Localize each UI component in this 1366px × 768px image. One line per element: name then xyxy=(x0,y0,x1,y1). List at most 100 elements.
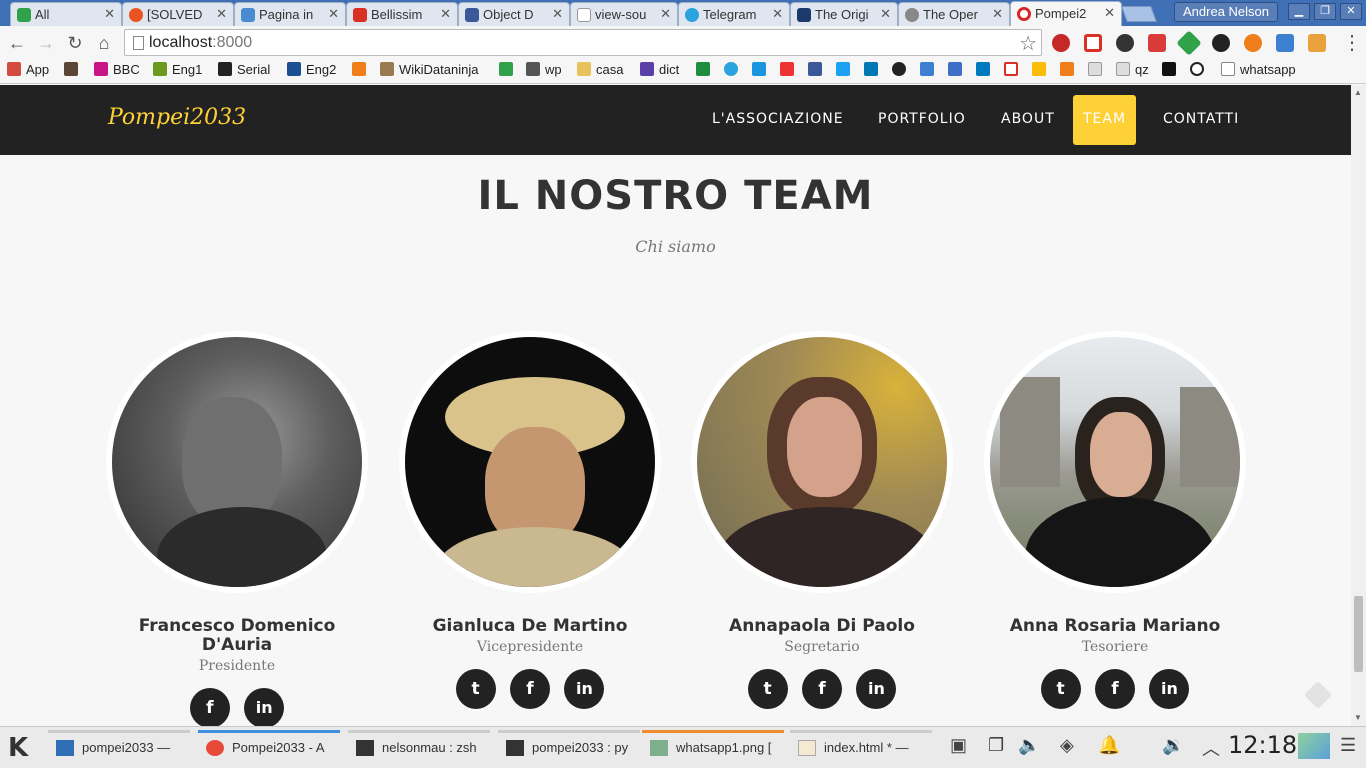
close-icon[interactable]: ✕ xyxy=(440,6,451,22)
bookmark-item[interactable] xyxy=(1004,62,1023,77)
bookmark-dict[interactable]: dict xyxy=(640,62,679,77)
nav-link-portfolio[interactable]: PORTFOLIO xyxy=(878,85,966,145)
browser-tab[interactable]: All ✕ xyxy=(10,2,122,26)
extension-gmail-icon[interactable] xyxy=(1084,34,1102,52)
taskbar-task[interactable]: whatsapp1.png [ xyxy=(642,730,784,766)
bookmark-eng2[interactable]: Eng2 xyxy=(287,62,336,77)
page-scrollbar[interactable]: ▲ ▼ xyxy=(1351,85,1366,726)
site-brand[interactable]: Pompei2033 xyxy=(108,105,246,130)
address-bar[interactable]: localhost:8000 ☆ xyxy=(124,29,1042,56)
reload-icon[interactable]: ↻ xyxy=(63,31,87,55)
extension-power-icon[interactable] xyxy=(1052,34,1070,52)
linkedin-icon[interactable]: in xyxy=(856,669,897,709)
linkedin-icon[interactable]: in xyxy=(1149,669,1190,709)
speaker-icon[interactable]: 🔉 xyxy=(1162,735,1184,756)
bookmark-wikidataninja[interactable]: WikiDataninja xyxy=(380,62,478,77)
extension-feedly-icon[interactable] xyxy=(1176,30,1202,56)
bookmark-qz[interactable]: qz xyxy=(1116,62,1149,77)
back-icon[interactable]: ← xyxy=(5,31,29,55)
tray-expand-icon[interactable]: ︿ xyxy=(1202,735,1220,761)
browser-tab[interactable]: The Oper ✕ xyxy=(898,2,1010,26)
clipboard-icon[interactable]: ❐ xyxy=(988,735,1004,756)
desktop-preview-icon[interactable] xyxy=(1298,733,1330,759)
close-icon[interactable]: ✕ xyxy=(880,6,891,22)
kde-menu-icon[interactable]: K xyxy=(8,733,28,763)
volume-icon[interactable]: 🔈 xyxy=(1018,735,1040,756)
bookmark-item[interactable] xyxy=(1060,62,1079,77)
bookmark-serial[interactable]: Serial xyxy=(218,62,270,77)
extension-download-icon[interactable] xyxy=(1276,34,1294,52)
linkedin-icon[interactable]: in xyxy=(564,669,605,709)
bookmark-item[interactable] xyxy=(1032,62,1051,77)
nav-link-about[interactable]: ABOUT xyxy=(1001,85,1055,145)
nav-link-team[interactable]: TEAM xyxy=(1073,95,1137,145)
screen-icon[interactable]: ▣ xyxy=(950,735,967,756)
bookmark-bbc[interactable]: BBC xyxy=(94,62,140,77)
extension-color-icon[interactable] xyxy=(1212,34,1230,52)
bookmark-item[interactable] xyxy=(752,62,771,77)
facebook-icon[interactable]: f xyxy=(189,688,230,726)
nav-link-associazione[interactable]: L'ASSOCIAZIONE xyxy=(712,85,844,145)
close-icon[interactable]: ✕ xyxy=(772,6,783,22)
minimize-icon[interactable]: ▁ xyxy=(1288,3,1310,20)
taskbar-task[interactable]: index.html * — xyxy=(790,730,932,766)
taskbar-task-active[interactable]: Pompei2033 - A xyxy=(198,730,340,766)
clock[interactable]: 12:18 xyxy=(1228,731,1297,759)
bookmark-item[interactable] xyxy=(864,62,883,77)
close-icon[interactable]: ✕ xyxy=(328,6,339,22)
close-window-icon[interactable]: ✕ xyxy=(1340,3,1362,20)
new-tab-button[interactable] xyxy=(1121,6,1157,22)
bookmark-casa[interactable]: casa xyxy=(577,62,623,77)
close-icon[interactable]: ✕ xyxy=(1104,5,1115,21)
bookmark-apps[interactable]: App xyxy=(7,62,49,77)
profile-button[interactable]: Andrea Nelson xyxy=(1174,2,1278,22)
close-icon[interactable]: ✕ xyxy=(992,6,1003,22)
close-icon[interactable]: ✕ xyxy=(216,6,227,22)
browser-menu-icon[interactable]: ⋮ xyxy=(1342,30,1362,55)
forward-icon[interactable]: → xyxy=(34,31,58,55)
bookmark-item[interactable] xyxy=(724,62,743,77)
bookmark-item[interactable] xyxy=(1162,62,1181,77)
bookmark-item[interactable] xyxy=(976,62,995,77)
scroll-down-icon[interactable]: ▼ xyxy=(1354,713,1362,722)
extension-github-icon[interactable] xyxy=(1116,34,1134,52)
twitter-icon[interactable]: t xyxy=(1040,669,1081,709)
bookmark-item[interactable] xyxy=(64,62,83,77)
browser-tab[interactable]: Bellissim ✕ xyxy=(346,2,458,26)
scrollbar-thumb[interactable] xyxy=(1354,596,1363,672)
browser-tab[interactable]: Object D ✕ xyxy=(458,2,570,26)
facebook-icon[interactable]: f xyxy=(1095,669,1135,709)
facebook-icon[interactable]: f xyxy=(510,669,550,709)
bookmark-item[interactable] xyxy=(499,62,518,77)
close-icon[interactable]: ✕ xyxy=(552,6,563,22)
browser-tab[interactable]: [SOLVED ✕ xyxy=(122,2,234,26)
extension-tools-icon[interactable] xyxy=(1148,34,1166,52)
bookmark-eng1[interactable]: Eng1 xyxy=(153,62,202,77)
bookmark-item[interactable] xyxy=(892,62,911,77)
bookmark-whatsapp[interactable]: whatsapp xyxy=(1221,62,1296,77)
bookmark-item[interactable] xyxy=(780,62,799,77)
browser-tab[interactable]: view-sou ✕ xyxy=(570,2,678,26)
restore-icon[interactable]: ❐ xyxy=(1314,3,1336,20)
browser-tab[interactable]: Telegram ✕ xyxy=(678,2,790,26)
scroll-up-icon[interactable]: ▲ xyxy=(1354,88,1362,97)
bookmark-wp[interactable]: wp xyxy=(526,62,562,77)
taskbar-task[interactable]: nelsonmau : zsh xyxy=(348,730,490,766)
taskbar-task[interactable]: pompei2033 — xyxy=(48,730,190,766)
close-icon[interactable]: ✕ xyxy=(660,6,671,22)
taskbar-menu-icon[interactable]: ☰ xyxy=(1340,735,1356,756)
home-icon[interactable]: ⌂ xyxy=(92,31,116,55)
bookmark-item[interactable] xyxy=(948,62,967,77)
feedly-float-icon[interactable] xyxy=(1303,680,1333,710)
extension-k-icon[interactable] xyxy=(1308,34,1326,52)
browser-tab[interactable]: Pagina in ✕ xyxy=(234,2,346,26)
updates-icon[interactable]: ◈ xyxy=(1060,735,1074,756)
bookmark-item[interactable] xyxy=(836,62,855,77)
browser-tab[interactable]: The Origi ✕ xyxy=(790,2,898,26)
bookmark-item[interactable] xyxy=(352,62,371,77)
facebook-icon[interactable]: f xyxy=(802,669,842,709)
bookmark-star-icon[interactable]: ☆ xyxy=(1019,31,1037,56)
bookmark-item[interactable] xyxy=(1190,62,1209,77)
close-icon[interactable]: ✕ xyxy=(104,6,115,22)
taskbar-task[interactable]: pompei2033 : py xyxy=(498,730,640,766)
